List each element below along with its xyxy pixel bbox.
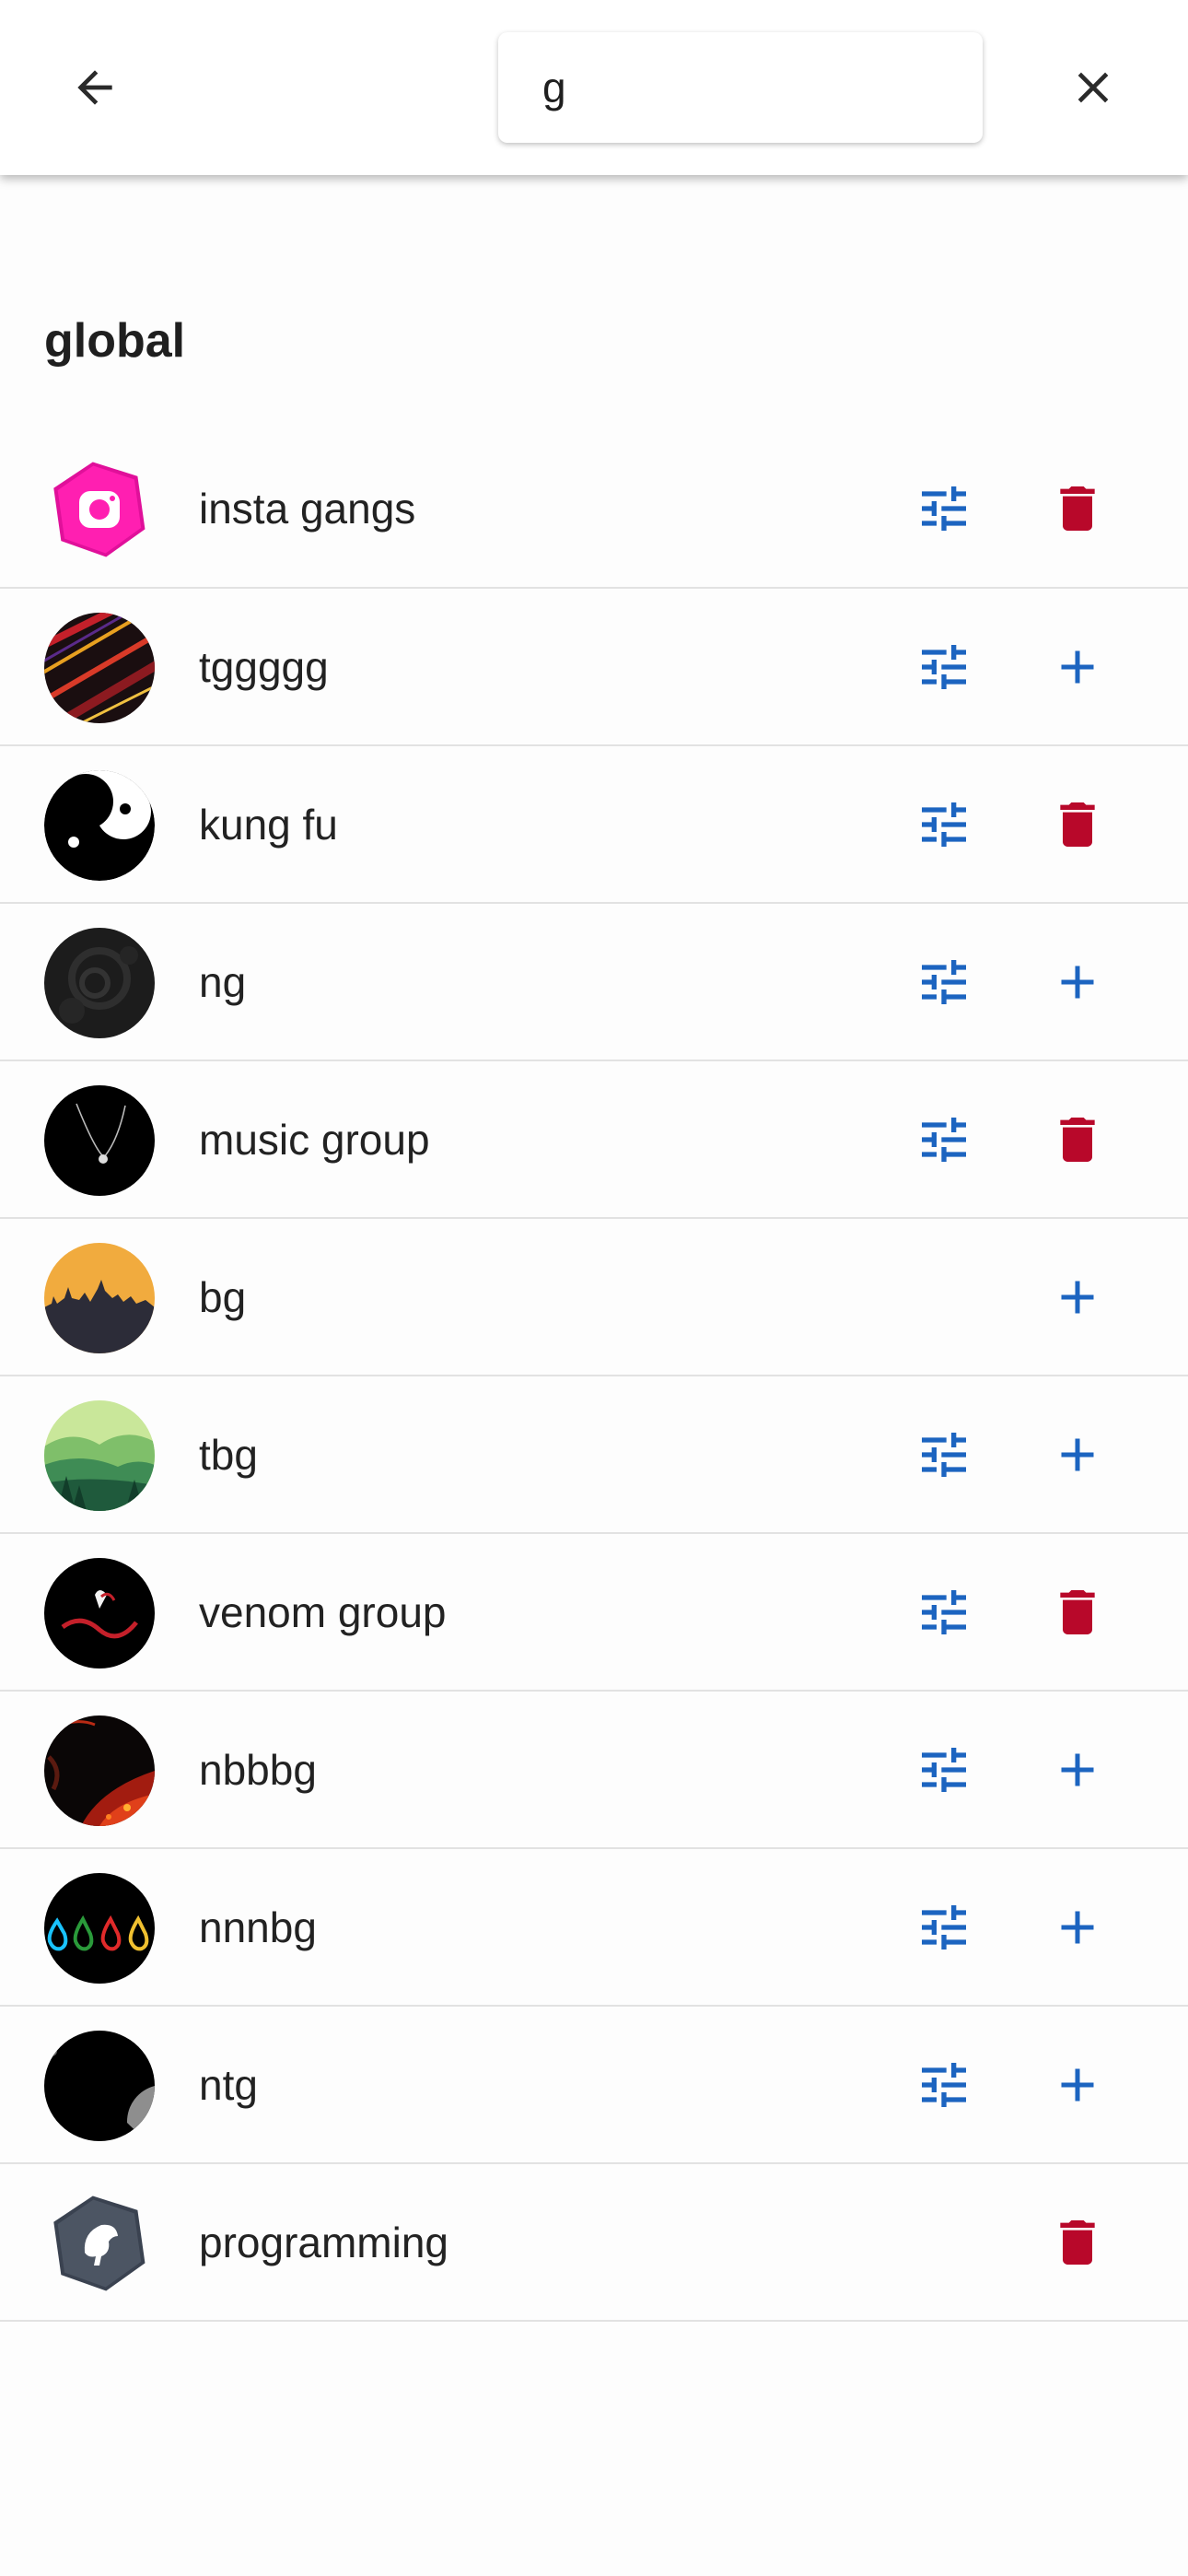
plus-icon xyxy=(1061,2068,1094,2101)
trash-icon xyxy=(1060,1117,1095,1162)
tune-icon xyxy=(922,1747,966,1792)
settings-button[interactable] xyxy=(898,1881,990,1973)
list-item[interactable]: nnnbg xyxy=(0,1849,1188,2007)
tune-icon xyxy=(922,1589,966,1634)
top-app-bar xyxy=(0,0,1188,175)
add-button[interactable] xyxy=(1031,1881,1124,1973)
add-button[interactable] xyxy=(1031,1724,1124,1816)
add-button[interactable] xyxy=(1031,1251,1124,1343)
list-item[interactable]: music group xyxy=(0,1061,1188,1219)
plus-icon xyxy=(1061,1281,1094,1313)
group-avatar xyxy=(44,613,155,723)
add-button[interactable] xyxy=(1031,936,1124,1028)
clear-search-button[interactable] xyxy=(1042,44,1144,131)
list-item[interactable]: insta gangs xyxy=(0,430,1188,589)
group-list: insta gangs tggggg kung fu ng music group bg t… xyxy=(0,430,1188,2322)
search-input[interactable] xyxy=(541,62,940,113)
tune-icon xyxy=(922,486,966,531)
tune-icon xyxy=(922,1432,966,1477)
list-item[interactable]: bg xyxy=(0,1219,1188,1376)
settings-button[interactable] xyxy=(898,1409,990,1501)
trash-icon xyxy=(1060,486,1095,531)
search-field[interactable] xyxy=(498,32,983,143)
group-avatar xyxy=(44,1715,155,1826)
trash-icon xyxy=(1060,2219,1095,2265)
tune-icon xyxy=(922,802,966,847)
group-name: kung fu xyxy=(199,800,338,849)
trash-icon xyxy=(1060,802,1095,847)
delete-button[interactable] xyxy=(1031,2196,1124,2289)
group-avatar xyxy=(44,770,155,881)
delete-button[interactable] xyxy=(1031,463,1124,555)
group-avatar xyxy=(44,928,155,1038)
group-name: programming xyxy=(199,2218,448,2266)
tune-icon xyxy=(922,1117,966,1162)
group-avatar xyxy=(44,1243,155,1353)
group-name: venom group xyxy=(199,1587,447,1636)
list-item[interactable]: programming xyxy=(0,2164,1188,2322)
group-avatar xyxy=(44,2031,155,2141)
delete-button[interactable] xyxy=(1031,1094,1124,1186)
add-button[interactable] xyxy=(1031,1409,1124,1501)
settings-button[interactable] xyxy=(898,1094,990,1186)
group-avatar xyxy=(44,1873,155,1984)
tune-icon xyxy=(922,1904,966,1950)
group-avatar xyxy=(44,1400,155,1511)
settings-button[interactable] xyxy=(898,936,990,1028)
tune-icon xyxy=(922,644,966,689)
add-button[interactable] xyxy=(1031,2039,1124,2131)
plus-icon xyxy=(1061,1911,1094,1943)
group-avatar xyxy=(44,1558,155,1669)
group-avatar xyxy=(44,454,155,565)
group-name: ntg xyxy=(199,2060,258,2109)
settings-button[interactable] xyxy=(898,463,990,555)
settings-button[interactable] xyxy=(898,1566,990,1658)
group-name: insta gangs xyxy=(199,485,416,533)
list-item[interactable]: ng xyxy=(0,904,1188,1061)
list-item[interactable]: tbg xyxy=(0,1376,1188,1534)
group-name: nbbbg xyxy=(199,1745,317,1794)
group-name: ng xyxy=(199,957,247,1006)
plus-icon xyxy=(1061,966,1094,998)
list-item[interactable]: venom group xyxy=(0,1534,1188,1692)
add-button[interactable] xyxy=(1031,621,1124,713)
settings-button[interactable] xyxy=(898,2039,990,2131)
plus-icon xyxy=(1061,650,1094,683)
settings-button[interactable] xyxy=(898,1724,990,1816)
tune-icon xyxy=(922,959,966,1004)
group-avatar xyxy=(44,1085,155,1196)
list-item[interactable]: tggggg xyxy=(0,589,1188,746)
back-button[interactable] xyxy=(44,44,146,131)
delete-button[interactable] xyxy=(1031,779,1124,871)
group-name: tggggg xyxy=(199,642,329,691)
section-title: global xyxy=(44,314,186,368)
list-item[interactable]: ntg xyxy=(0,2007,1188,2164)
group-avatar xyxy=(44,2188,155,2299)
plus-icon xyxy=(1061,1753,1094,1786)
delete-button[interactable] xyxy=(1031,1566,1124,1658)
group-name: tbg xyxy=(199,1430,258,1479)
group-name: bg xyxy=(199,1272,247,1321)
group-name: nnnbg xyxy=(199,1903,317,1951)
group-name: music group xyxy=(199,1115,430,1164)
list-item[interactable]: kung fu xyxy=(0,746,1188,904)
list-item[interactable]: nbbbg xyxy=(0,1692,1188,1849)
tune-icon xyxy=(922,2062,966,2107)
plus-icon xyxy=(1061,1438,1094,1470)
close-icon xyxy=(1077,72,1109,103)
trash-icon xyxy=(1060,1589,1095,1634)
settings-button[interactable] xyxy=(898,621,990,713)
settings-button[interactable] xyxy=(898,779,990,871)
arrow-back-icon xyxy=(77,70,112,105)
